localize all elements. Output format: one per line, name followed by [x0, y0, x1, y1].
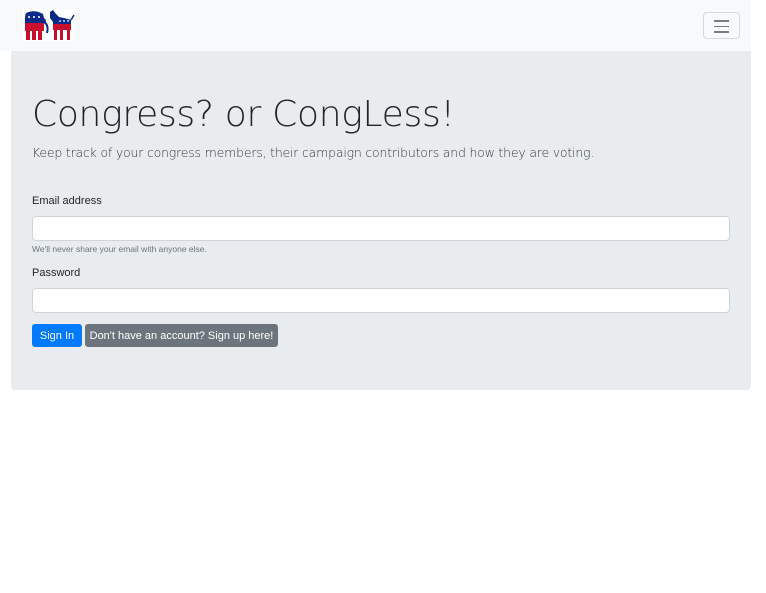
elephant-donkey-logo-icon	[25, 10, 75, 40]
jumbotron: Congress? or CongLess! Keep track of you…	[11, 51, 751, 390]
sign-up-button[interactable]: Don't have an account? Sign up here!	[85, 324, 278, 347]
password-label: Password	[32, 267, 81, 279]
brand-logo[interactable]	[23, 9, 75, 41]
navbar-toggler-button[interactable]	[703, 12, 740, 39]
lead-text: Keep track of your congress members, the…	[32, 145, 595, 160]
password-field[interactable]	[32, 288, 730, 313]
sign-in-button[interactable]: Sign In	[32, 324, 82, 347]
email-help-text: We'll never share your email with anyone…	[32, 244, 207, 254]
email-label: Email address	[32, 195, 102, 207]
page-title: Congress? or CongLess!	[32, 94, 455, 135]
email-field[interactable]	[32, 216, 730, 241]
navbar	[0, 0, 751, 51]
